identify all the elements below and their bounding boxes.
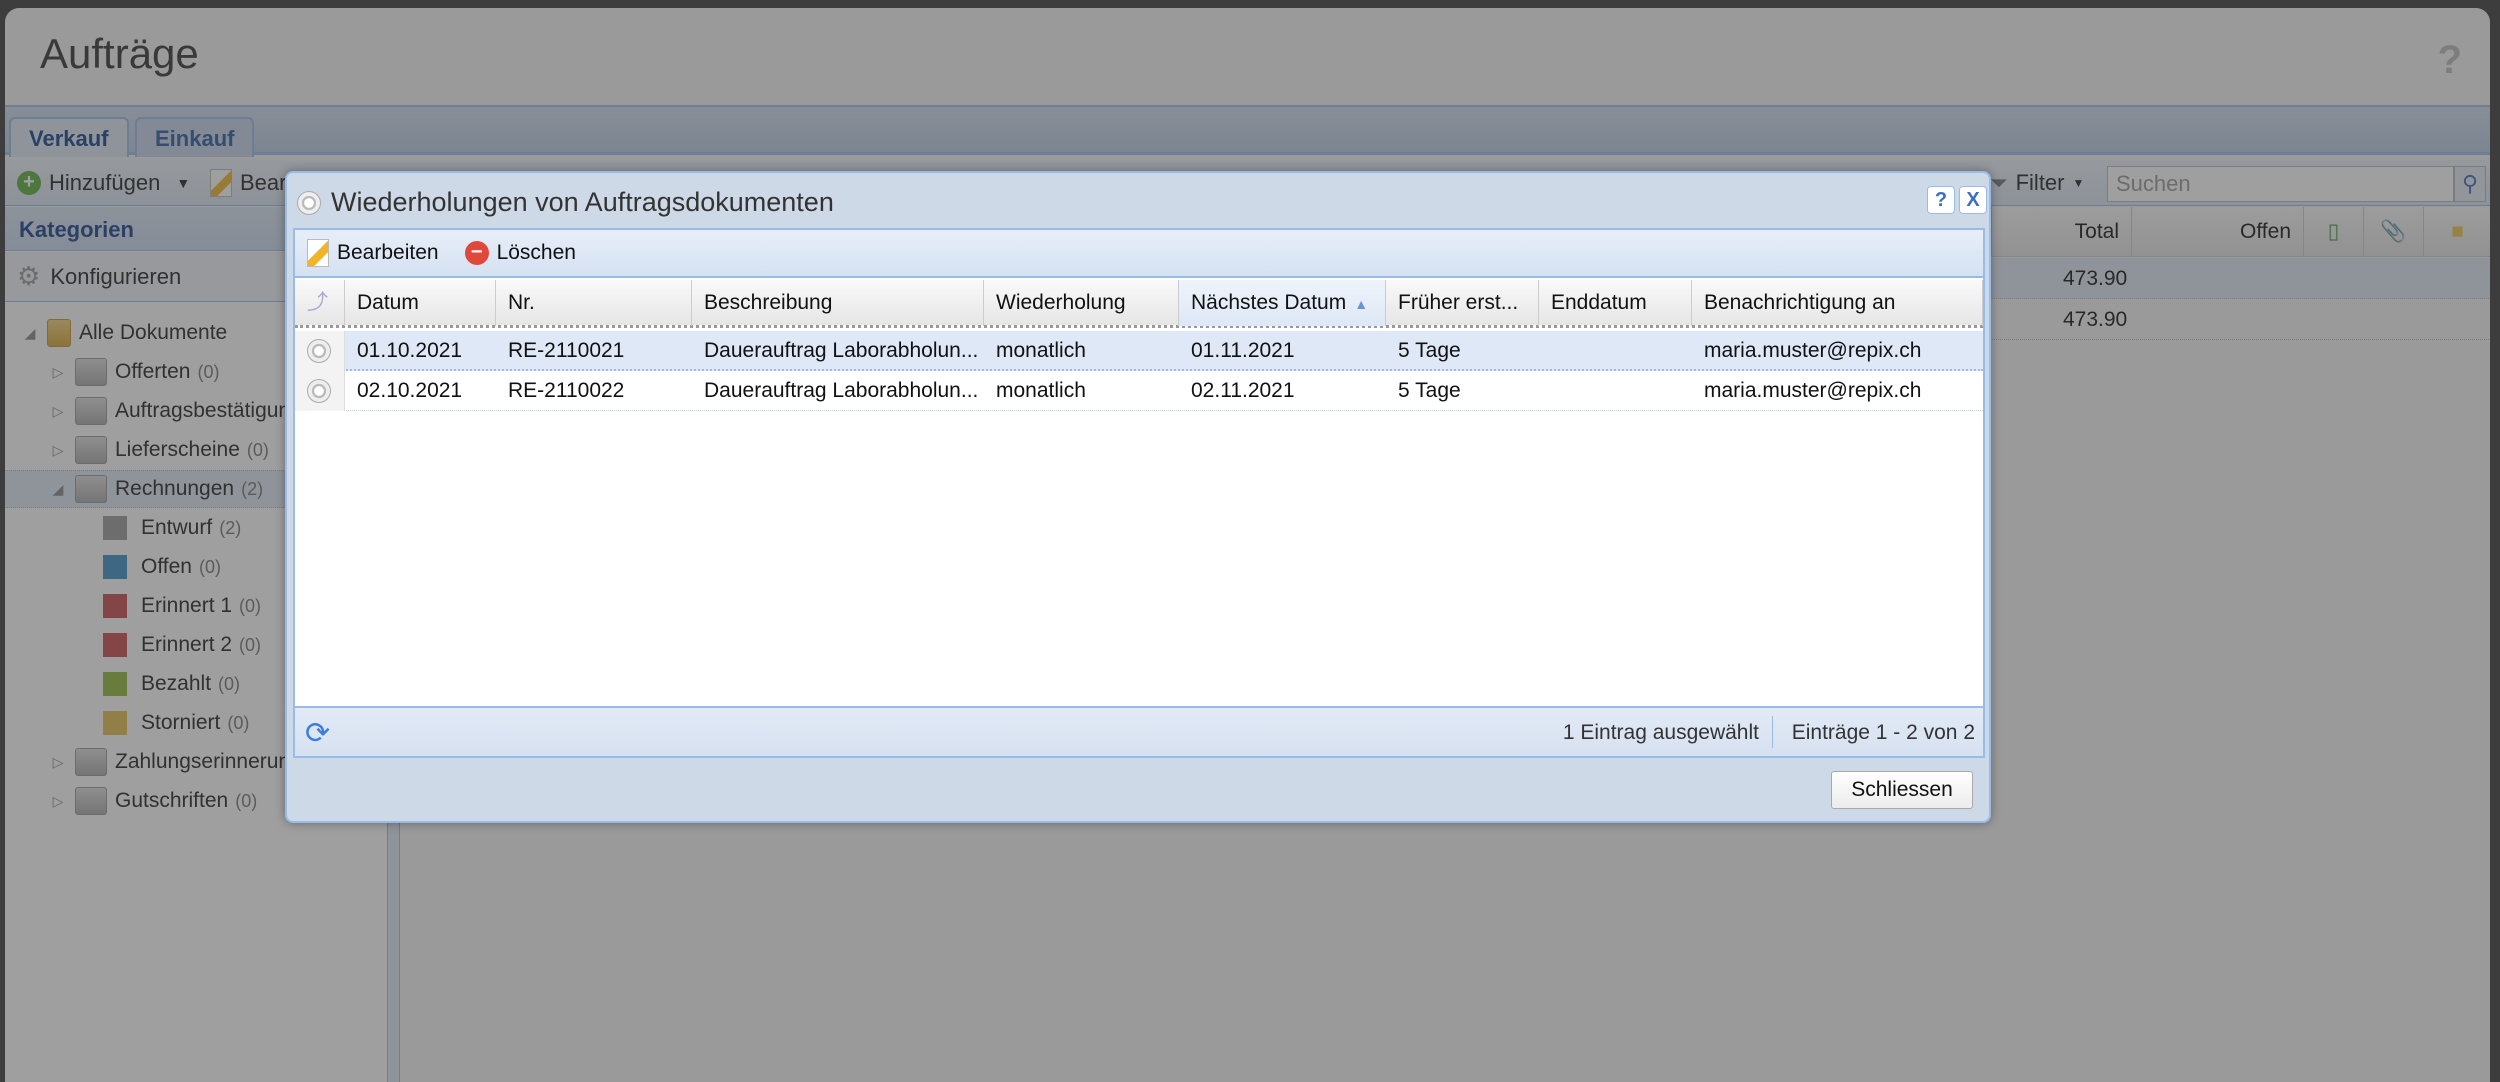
column-header[interactable]: Enddatum xyxy=(1539,280,1692,326)
column-header-label: Wiederholung xyxy=(996,291,1126,314)
recurrence-icon xyxy=(307,339,331,363)
row-marker xyxy=(295,371,345,411)
delete-label: Löschen xyxy=(497,241,576,265)
grid-header: ⤴ Datum Nr. Beschreibung Wiederholung Nächste… xyxy=(295,280,1983,328)
close-button[interactable]: Schliessen xyxy=(1831,771,1973,809)
column-header-label: Früher erst... xyxy=(1398,291,1518,314)
table-cell: maria.muster@repix.ch xyxy=(1692,331,1983,371)
column-header[interactable]: Nr. xyxy=(496,280,692,326)
dialog-toolbar: Bearbeiten − Löschen xyxy=(295,230,1983,278)
table-cell: monatlich xyxy=(984,371,1179,411)
separator xyxy=(1772,716,1773,748)
table-cell: 5 Tage xyxy=(1386,371,1539,411)
paging-info: Einträge 1 - 2 von 2 xyxy=(1792,721,1975,745)
table-cell: maria.muster@repix.ch xyxy=(1692,371,1983,411)
column-header-label: Nr. xyxy=(508,291,535,314)
minus-icon: − xyxy=(465,241,489,265)
recurrence-dialog: Wiederholungen von Auftragsdokumenten ? … xyxy=(285,171,1991,823)
column-header[interactable]: Benachrichtigung an xyxy=(1692,280,1983,326)
sort-asc-icon: ▲ xyxy=(1354,296,1368,312)
table-cell: 01.11.2021 xyxy=(1179,331,1386,371)
close-icon[interactable]: X xyxy=(1959,186,1987,214)
table-cell xyxy=(1539,331,1692,371)
column-header[interactable]: Beschreibung xyxy=(692,280,984,326)
column-header-label: Enddatum xyxy=(1551,291,1647,314)
table-cell: 02.11.2021 xyxy=(1179,371,1386,411)
table-cell: 01.10.2021 xyxy=(345,331,496,371)
help-button[interactable]: ? xyxy=(1927,186,1955,214)
table-cell: 02.10.2021 xyxy=(345,371,496,411)
edit-button[interactable]: Bearbeiten xyxy=(307,239,439,267)
table-row[interactable]: 01.10.2021RE-2110021Dauerauftrag Laborab… xyxy=(295,331,1983,371)
column-header[interactable]: Datum xyxy=(345,280,496,326)
column-header[interactable]: Nächstes Datum ▲ xyxy=(1179,280,1386,326)
column-header-label: Nächstes Datum xyxy=(1191,291,1346,314)
table-cell xyxy=(1539,371,1692,411)
table-cell: RE-2110022 xyxy=(496,371,692,411)
table-cell: Dauerauftrag Laborabholun... xyxy=(692,371,984,411)
column-header-label: Datum xyxy=(357,291,419,314)
table-cell: RE-2110021 xyxy=(496,331,692,371)
edit-label: Bearbeiten xyxy=(337,241,439,265)
recurrence-grid-panel: Bearbeiten − Löschen ⤴ Datum Nr. Beschreibu… xyxy=(293,228,1985,758)
table-cell: Dauerauftrag Laborabholun... xyxy=(692,331,984,371)
selection-status: 1 Eintrag ausgewählt xyxy=(1563,721,1759,745)
paging-toolbar: ⟳ 1 Eintrag ausgewählt Einträge 1 - 2 vo… xyxy=(295,706,1983,756)
recurrence-column-icon: ⤴ xyxy=(295,280,345,326)
recurrence-icon xyxy=(307,379,331,403)
column-header[interactable]: Früher erst... xyxy=(1386,280,1539,326)
table-cell: monatlich xyxy=(984,331,1179,371)
row-marker xyxy=(295,331,345,371)
pencil-icon xyxy=(307,239,329,267)
recurrence-icon xyxy=(297,191,321,215)
delete-button[interactable]: − Löschen xyxy=(465,241,576,265)
column-header-label: Benachrichtigung an xyxy=(1704,291,1895,314)
column-header-label: Beschreibung xyxy=(704,291,832,314)
table-row[interactable]: 02.10.2021RE-2110022Dauerauftrag Laborab… xyxy=(295,371,1983,411)
refresh-icon[interactable]: ⟳ xyxy=(305,716,330,751)
dialog-title: Wiederholungen von Auftragsdokumenten xyxy=(297,187,834,218)
table-cell: 5 Tage xyxy=(1386,331,1539,371)
column-header[interactable]: Wiederholung xyxy=(984,280,1179,326)
dialog-title-text: Wiederholungen von Auftragsdokumenten xyxy=(331,187,834,218)
